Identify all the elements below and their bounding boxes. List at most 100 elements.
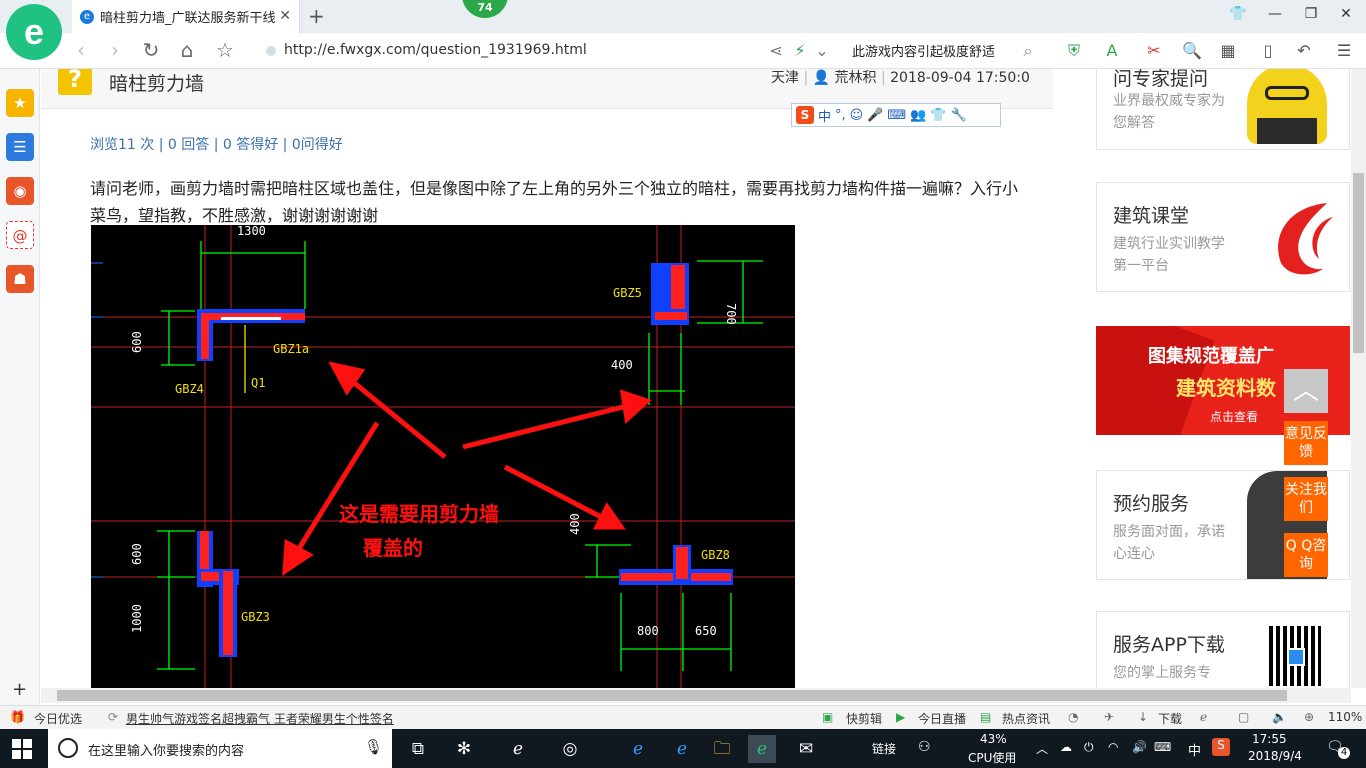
building-class-card[interactable]: 建筑课堂 建筑行业实训教学第一平台 — [1096, 182, 1350, 292]
left-sidebar: ★ ☰ ◉ @ ☗ + — [0, 69, 40, 705]
shirt-skin-icon[interactable]: 👕 — [1228, 6, 1248, 22]
browser-logo[interactable]: e — [6, 4, 62, 60]
close-tab-icon[interactable]: ✕ — [279, 8, 291, 24]
translate-icon[interactable]: A — [1102, 41, 1122, 60]
edge-legacy-icon[interactable]: ℯ — [504, 735, 532, 763]
speed-icon[interactable]: ◔ — [1068, 710, 1078, 724]
wifi-icon[interactable]: ◠ — [1108, 740, 1118, 754]
news-link[interactable]: 男生帅气游戏签名超拽霸气 王者荣耀男生个性签名 — [126, 710, 394, 727]
today-picks[interactable]: 今日优选 — [34, 710, 82, 727]
tray-chevron-up-icon[interactable]: ︿ — [1036, 740, 1048, 757]
game-robot-icon[interactable]: ☗ — [6, 265, 34, 293]
app-download-card[interactable]: 服务APP下载 您的掌上服务专 — [1096, 611, 1350, 688]
site-info-icon[interactable] — [266, 46, 276, 56]
add-sidebar-icon[interactable]: + — [12, 679, 27, 700]
minimize-button[interactable]: — — [1265, 6, 1285, 22]
zoom-level[interactable]: 110% — [1328, 710, 1362, 724]
refresh-icon[interactable]: ↻ — [138, 38, 164, 62]
menu-icon[interactable]: ☰ — [1334, 41, 1354, 60]
wrench-icon[interactable]: 🔧 — [951, 108, 967, 123]
dim-800: 800 — [637, 624, 659, 638]
volume-icon[interactable]: 🔈 — [1272, 710, 1287, 724]
emoji-icon[interactable]: ☺ — [850, 108, 864, 123]
edge-icon[interactable]: ℯ — [624, 735, 652, 763]
window-mode-icon[interactable]: ▢ — [1238, 710, 1249, 724]
qq-consult-button[interactable]: Q Q咨询 — [1284, 533, 1328, 577]
sogou-tray-icon[interactable]: S — [1212, 738, 1230, 756]
search-icon[interactable]: ⌕ — [1018, 41, 1038, 61]
follow-us-button[interactable]: 关注我们 — [1284, 477, 1328, 521]
new-tab-button[interactable]: + — [308, 4, 325, 28]
microphone-icon[interactable]: 🎙 — [364, 738, 383, 756]
shield-icon[interactable]: ⛨ — [1064, 41, 1084, 61]
reader-list-icon[interactable]: ☰ — [6, 133, 34, 161]
home-icon[interactable]: ⌂ — [174, 38, 200, 62]
refresh-news-icon[interactable]: ⟳ — [108, 710, 118, 724]
notification-badge[interactable]: 74 — [462, 0, 508, 18]
scissors-icon[interactable]: ✂ — [1144, 41, 1164, 60]
tablet-icon[interactable]: ▯ — [1258, 41, 1278, 60]
ask-expert-card[interactable]: 问专家提问 业界最权威专家为您解答 — [1096, 69, 1350, 150]
users-icon[interactable]: 👥 — [910, 108, 926, 123]
ime-chinese-mode[interactable]: 中 — [818, 106, 831, 125]
speaker-icon[interactable]: 🔊 — [1132, 740, 1147, 754]
banner-cta[interactable]: 点击查看 — [1210, 408, 1258, 425]
horizontal-scroll-thumb[interactable] — [57, 690, 1287, 701]
dim-600-bottom: 600 — [130, 543, 144, 565]
quick-clip[interactable]: 快剪辑 — [846, 710, 882, 727]
close-window-button[interactable]: ✕ — [1336, 6, 1356, 22]
forward-button[interactable]: › — [102, 38, 128, 62]
ie-icon[interactable]: ℯ — [668, 735, 696, 763]
building-class-title: 建筑课堂 — [1113, 205, 1190, 227]
links-toolbar[interactable]: 链接 — [872, 740, 896, 757]
today-live[interactable]: 今日直播 — [918, 710, 966, 727]
task-view-icon[interactable]: ⧉ — [404, 735, 432, 763]
keyboard-tray-icon[interactable]: ⌨ — [1154, 740, 1171, 754]
download-link[interactable]: 下载 — [1158, 710, 1182, 727]
url-field[interactable]: http://e.fwxgx.com/question_1931969.html — [284, 42, 587, 58]
clock-date[interactable]: 2018/9/4 — [1248, 749, 1302, 763]
weibo-icon[interactable]: ◉ — [6, 177, 34, 205]
power-icon[interactable]: ⏻ — [1084, 740, 1094, 755]
search-suggestion[interactable]: 此游戏内容引起极度舒适 — [852, 41, 995, 60]
lightning-icon[interactable]: ⚡ — [790, 41, 810, 60]
chevron-down-icon[interactable]: ⌄ — [812, 41, 832, 60]
file-explorer-icon[interactable]: 🗀 — [708, 735, 736, 763]
fan-app-icon[interactable]: ✻ — [450, 735, 478, 763]
skin-shirt-icon[interactable]: 👕 — [930, 108, 946, 123]
vertical-scroll-thumb[interactable] — [1353, 173, 1364, 353]
author[interactable]: 荒林积 — [835, 70, 877, 86]
ie-mode-icon[interactable]: ℯ — [1200, 710, 1207, 724]
hot-news[interactable]: 热点资讯 — [1002, 710, 1050, 727]
browser-taskbar-icon[interactable]: ℯ — [748, 735, 776, 763]
tab-active[interactable]: e 暗柱剪力墙_广联达服务新干线 ✕ — [72, 0, 300, 33]
people-icon[interactable]: ⚇ — [918, 739, 931, 755]
favorite-star-icon[interactable]: ☆ — [212, 38, 238, 62]
clock-time[interactable]: 17:55 — [1252, 732, 1287, 746]
keyboard-icon[interactable]: ⌨ — [887, 108, 906, 123]
ime-punctuation[interactable]: °, — [835, 108, 846, 123]
restore-button[interactable]: ❐ — [1301, 6, 1321, 22]
magnifier-icon[interactable]: 🔍 — [1182, 41, 1202, 60]
back-button[interactable]: ‹ — [68, 38, 94, 62]
share-icon[interactable]: ⋖ — [766, 41, 786, 60]
apps-grid-icon[interactable]: ▦ — [1218, 41, 1238, 60]
windows-start-icon[interactable] — [12, 739, 32, 759]
horizontal-scrollbar[interactable] — [41, 688, 1351, 703]
ime-indicator[interactable]: 中 — [1188, 740, 1201, 759]
undo-icon[interactable]: ↶ — [1294, 41, 1314, 60]
microphone-icon[interactable]: 🎤 — [867, 108, 883, 123]
cpu-label: CPU使用 — [968, 751, 1017, 765]
clip-icon: ▣ — [822, 710, 834, 724]
email-icon[interactable]: @ — [6, 221, 34, 249]
feedback-button[interactable]: 意见反馈 — [1284, 421, 1328, 465]
cloud-icon[interactable]: ☁ — [1060, 740, 1072, 754]
pin-icon[interactable]: ✈ — [1104, 710, 1114, 724]
vertical-scrollbar[interactable] — [1351, 69, 1366, 688]
spiral-app-icon[interactable]: ◎ — [556, 735, 584, 763]
favorites-star-icon[interactable]: ★ — [6, 89, 34, 117]
sogou-logo-icon[interactable]: S — [796, 106, 814, 124]
taskbar-search-box[interactable]: 在这里输入你要搜索的内容 🎙 — [48, 729, 392, 768]
back-to-top-button[interactable]: ︿ — [1284, 369, 1328, 413]
mail-icon[interactable]: ✉ — [792, 735, 820, 763]
